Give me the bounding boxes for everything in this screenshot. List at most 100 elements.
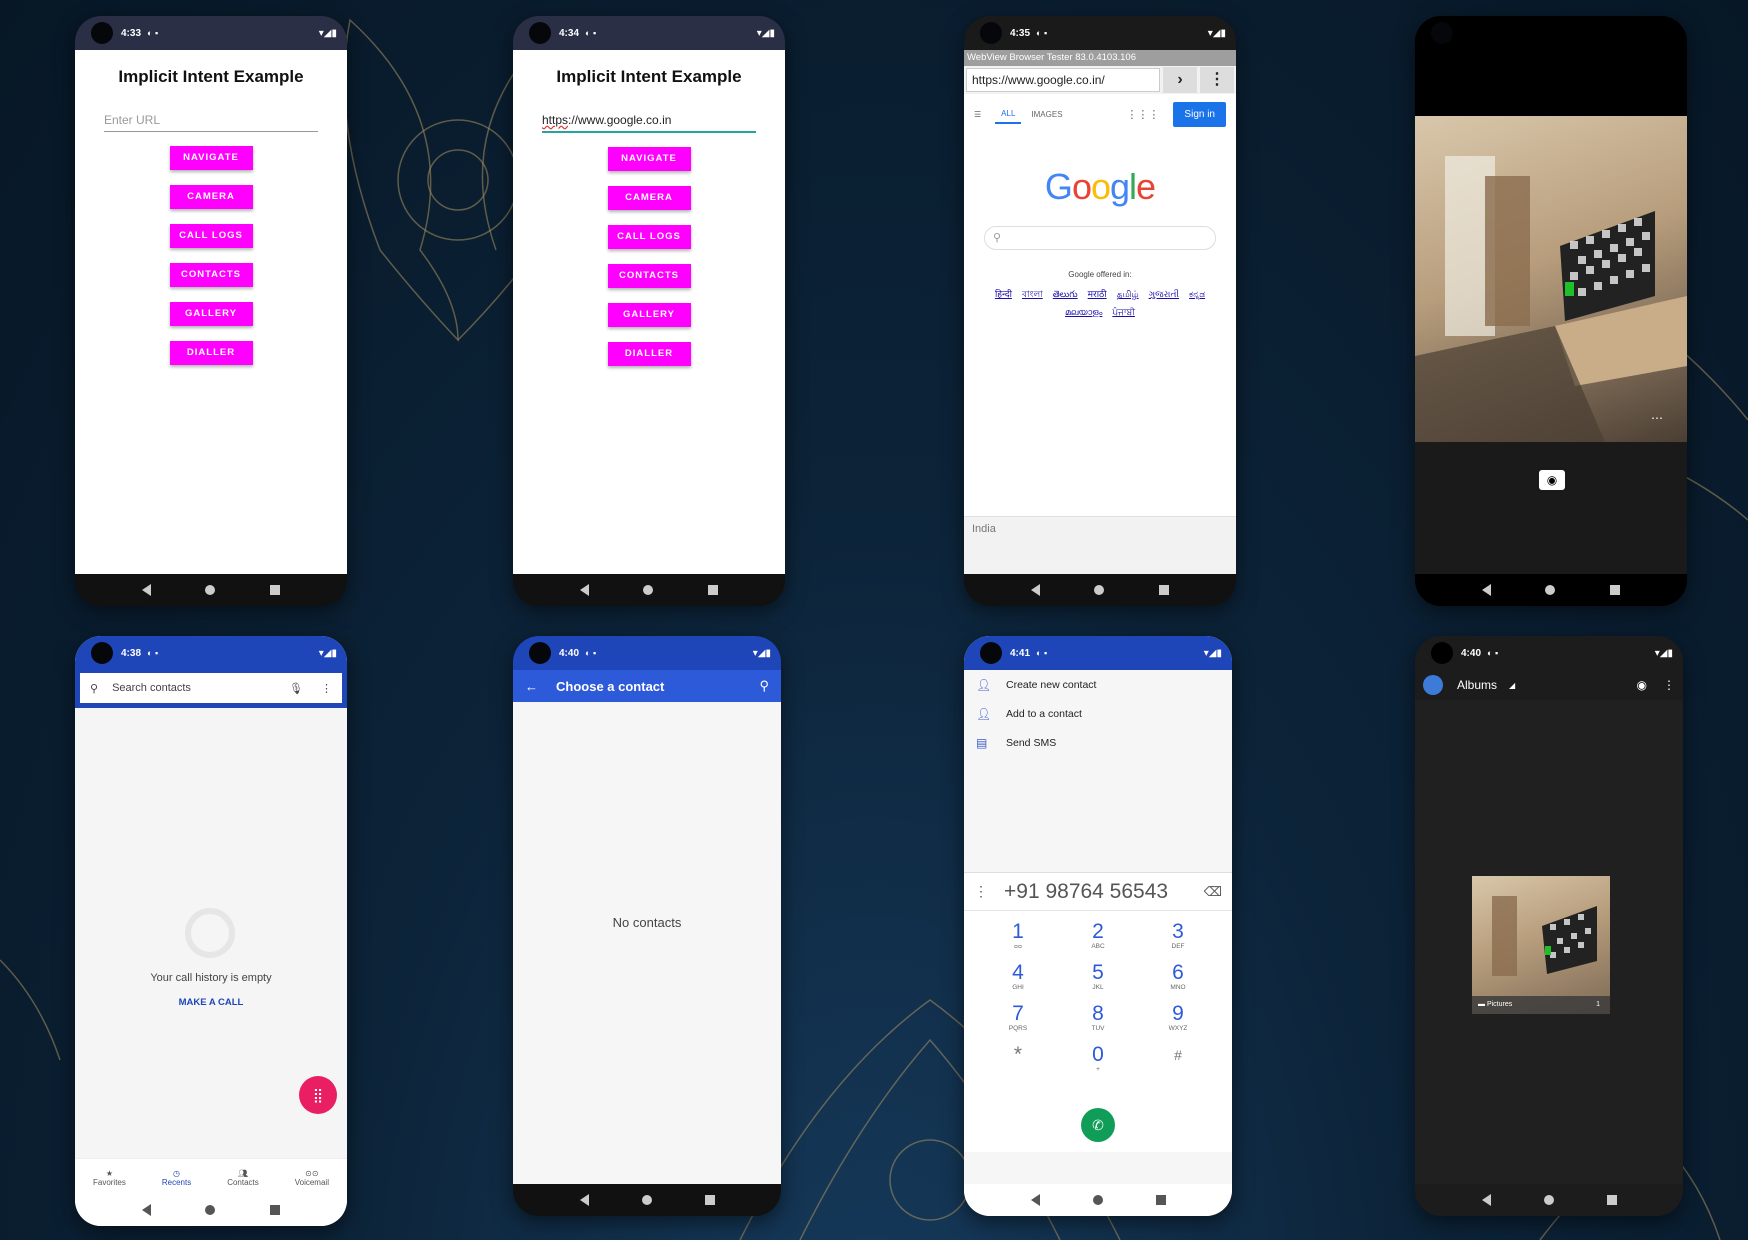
dialler-button[interactable]: DIALLER: [607, 342, 691, 366]
album-pictures[interactable]: ▬ Pictures 1: [1472, 876, 1610, 1014]
call-logs-button[interactable]: CALL LOGS: [169, 224, 253, 248]
key-8[interactable]: 8 TUV: [1058, 1003, 1138, 1042]
send-sms-item[interactable]: ▤ Send SMS: [964, 728, 1232, 757]
recents-icon[interactable]: [269, 585, 280, 595]
tab-recents[interactable]: ◷ Recents: [162, 1159, 191, 1194]
create-contact-item[interactable]: 👤︎ Create new contact: [964, 670, 1232, 699]
back-icon[interactable]: [1481, 1194, 1491, 1206]
lang-link[interactable]: മലയാളം: [1065, 307, 1102, 317]
home-icon[interactable]: [1094, 585, 1105, 595]
shutter-button[interactable]: ◉: [1539, 470, 1565, 490]
tab-voicemail[interactable]: ⊙⊙ Voicemail: [295, 1159, 329, 1194]
contacts-button[interactable]: CONTACTS: [169, 263, 253, 287]
address-bar: https://www.google.co.in/ › ⋮: [964, 66, 1236, 94]
make-call-link[interactable]: MAKE A CALL: [75, 997, 347, 1008]
nav-bar: [75, 574, 347, 606]
tab-all[interactable]: ALL: [995, 105, 1022, 124]
lang-link[interactable]: தமிழ்: [1117, 289, 1139, 299]
call-logs-button[interactable]: CALL LOGS: [607, 225, 691, 249]
recents-icon[interactable]: [1158, 585, 1169, 595]
back-icon[interactable]: [579, 1194, 589, 1206]
recents-icon[interactable]: [1609, 585, 1620, 595]
lang-link[interactable]: తెలుగు: [1053, 289, 1078, 299]
key-7[interactable]: 7 PQRS: [978, 1003, 1058, 1042]
recents-icon[interactable]: [704, 1195, 715, 1205]
url-input[interactable]: https://www.google.co.in: [542, 107, 756, 133]
home-icon[interactable]: [1543, 1195, 1554, 1205]
phone-contact-picker: 4:40 ◐ ▪ ▾◢▮ ← Choose a contact ⚲ No con…: [513, 636, 781, 1216]
call-button[interactable]: ✆: [1081, 1108, 1115, 1142]
home-icon[interactable]: [641, 1195, 652, 1205]
home-icon[interactable]: [1092, 1195, 1103, 1205]
address-input[interactable]: https://www.google.co.in/: [966, 68, 1160, 92]
go-button[interactable]: ›: [1163, 67, 1197, 93]
lang-link[interactable]: ಕನ್ನಡ: [1189, 289, 1205, 299]
recents-icon[interactable]: [269, 1205, 280, 1215]
key-0[interactable]: 0 +: [1058, 1044, 1138, 1083]
home-icon[interactable]: [1545, 585, 1556, 595]
hamburger-icon[interactable]: ☰: [974, 110, 981, 119]
lang-link[interactable]: বাংলা: [1022, 289, 1043, 299]
overflow-menu-icon[interactable]: ⋮: [974, 883, 988, 900]
tab-contacts[interactable]: 👥︎ Contacts: [227, 1159, 259, 1194]
key-3[interactable]: 3 DEF: [1138, 921, 1218, 960]
browser-title-bar: WebView Browser Tester 83.0.4103.106: [964, 50, 1236, 66]
google-search-input[interactable]: ⚲: [984, 226, 1216, 250]
back-icon[interactable]: [1031, 584, 1041, 596]
sign-in-button[interactable]: Sign in: [1173, 101, 1226, 127]
notification-icon: ◐ ▪: [1487, 648, 1499, 658]
lang-link[interactable]: ગુજરાતી: [1149, 289, 1179, 299]
mic-icon[interactable]: 🎙︎: [289, 682, 303, 695]
recents-icon[interactable]: [1155, 1195, 1166, 1205]
back-arrow-icon[interactable]: ←: [525, 679, 538, 694]
key-1[interactable]: 1 ᴑᴑ: [978, 921, 1058, 960]
key-4[interactable]: 4 GHI: [978, 962, 1058, 1001]
dialler-button[interactable]: DIALLER: [169, 341, 253, 365]
gallery-button[interactable]: GALLERY: [169, 302, 253, 326]
url-input[interactable]: Enter URL: [104, 107, 318, 132]
overflow-menu-icon[interactable]: ⋮: [1663, 678, 1675, 692]
contacts-button[interactable]: CONTACTS: [607, 264, 691, 288]
avatar[interactable]: [1423, 675, 1443, 695]
tab-images[interactable]: IMAGES: [1031, 110, 1062, 119]
album-thumbnail-image: [1492, 896, 1597, 976]
overflow-menu-icon[interactable]: ⋮: [321, 682, 332, 695]
album-label: ▬ Pictures 1: [1472, 996, 1610, 1014]
gallery-button[interactable]: GALLERY: [607, 303, 691, 327]
navigate-button[interactable]: NAVIGATE: [607, 147, 691, 171]
back-icon[interactable]: [580, 584, 590, 596]
key-5[interactable]: 5 JKL: [1058, 962, 1138, 1001]
back-icon[interactable]: [1030, 1194, 1040, 1206]
camera-cutout: [1431, 22, 1453, 44]
add-to-contact-item[interactable]: 👤︎ Add to a contact: [964, 699, 1232, 728]
dropdown-icon[interactable]: ◢: [1509, 681, 1515, 690]
key-9[interactable]: 9 WXYZ: [1138, 1003, 1218, 1042]
apps-grid-icon[interactable]: ⋮⋮⋮: [1126, 108, 1159, 121]
lang-link[interactable]: ਪੰਜਾਬੀ: [1112, 307, 1135, 317]
lang-link[interactable]: हिन्दी: [995, 289, 1012, 299]
back-icon[interactable]: [1482, 584, 1492, 596]
home-icon[interactable]: [643, 585, 654, 595]
backspace-icon[interactable]: ⌫: [1204, 884, 1222, 900]
lang-link[interactable]: मराठी: [1088, 289, 1107, 299]
recents-icon[interactable]: [707, 585, 718, 595]
key-star[interactable]: *: [978, 1044, 1058, 1083]
navigate-button[interactable]: NAVIGATE: [169, 146, 253, 170]
key-2[interactable]: 2 ABC: [1058, 921, 1138, 960]
recents-icon[interactable]: [1606, 1195, 1617, 1205]
home-icon[interactable]: [205, 585, 216, 595]
camera-button[interactable]: CAMERA: [169, 185, 253, 209]
overflow-menu-icon[interactable]: ⋮: [1200, 67, 1234, 93]
tab-favorites[interactable]: ★ Favorites: [93, 1159, 126, 1194]
key-6[interactable]: 6 MNO: [1138, 962, 1218, 1001]
key-hash[interactable]: #: [1138, 1044, 1218, 1083]
camera-icon[interactable]: ◉: [1637, 678, 1647, 692]
back-icon[interactable]: [142, 1204, 152, 1216]
back-icon[interactable]: [142, 584, 152, 596]
search-icon[interactable]: ⚲: [759, 678, 769, 694]
dialpad-fab[interactable]: ⣿: [299, 1076, 337, 1114]
camera-button[interactable]: CAMERA: [607, 186, 691, 210]
home-icon[interactable]: [205, 1205, 216, 1215]
search-contacts-bar[interactable]: ⚲ Search contacts 🎙︎ ⋮: [80, 673, 342, 703]
svg-text:⋯: ⋯: [1651, 411, 1663, 425]
